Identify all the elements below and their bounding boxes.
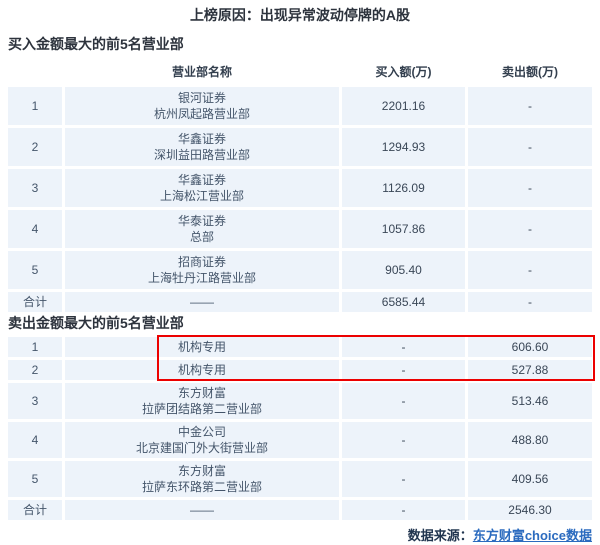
name-cell: 华泰证券 总部	[65, 210, 339, 248]
name-cell: 华鑫证券 上海松江营业部	[65, 169, 339, 207]
branch-name: 杭州凤起路营业部	[153, 107, 250, 121]
sell-amount-cell: -	[468, 210, 592, 248]
broker-name: 机构专用	[177, 363, 226, 377]
sell-column-header: 卖出额(万)	[502, 64, 558, 79]
buy-amount-cell: 2201.16	[342, 87, 465, 125]
table-row: 1 机构专用 - 606.60	[8, 337, 592, 357]
total-sell-amount: 2546.30	[468, 500, 592, 520]
buy-table: 营业部名称 买入额(万) 卖出额(万) 1 银河证券 杭州凤起路营业部 2201…	[8, 58, 592, 312]
table-row: 1 银河证券 杭州凤起路营业部 2201.16 -	[8, 87, 592, 125]
total-sell-amount: -	[468, 292, 592, 312]
broker-name: 东方财富	[177, 386, 226, 400]
rank-cell: 4	[8, 422, 62, 458]
name-cell: 东方财富 拉萨团结路第二营业部	[65, 383, 339, 419]
buy-section-title: 买入金额最大的前5名营业部	[8, 36, 184, 52]
total-name-dash: ——	[65, 500, 339, 520]
table-row: 4 中金公司 北京建国门外大街营业部 - 488.80	[8, 422, 592, 458]
broker-name: 华鑫证券	[177, 173, 226, 187]
rank-cell: 5	[8, 251, 62, 289]
branch-name: 上海牡丹江路营业部	[147, 271, 256, 285]
name-cell: 招商证券 上海牡丹江路营业部	[65, 251, 339, 289]
broker-name: 华泰证券	[177, 214, 226, 228]
name-cell: 华鑫证券 深圳益田路营业部	[65, 128, 339, 166]
buy-amount-cell: -	[342, 337, 465, 357]
rank-cell: 1	[8, 337, 62, 357]
table-row: 2 机构专用 - 527.88	[8, 360, 592, 380]
sell-amount-cell: 606.60	[468, 337, 592, 357]
data-source-footer: 数据来源：东方财富choice数据	[0, 525, 600, 544]
rank-cell: 2	[8, 128, 62, 166]
broker-name: 招商证券	[177, 255, 226, 269]
buy-amount-cell: 1126.09	[342, 169, 465, 207]
table-row: 3 东方财富 拉萨团结路第二营业部 - 513.46	[8, 383, 592, 419]
branch-name: 总部	[189, 230, 214, 244]
data-source-link[interactable]: 东方财富choice数据	[473, 528, 592, 543]
buy-amount-cell: -	[342, 360, 465, 380]
rank-cell: 1	[8, 87, 62, 125]
rank-cell: 2	[8, 360, 62, 380]
total-buy-amount: -	[342, 500, 465, 520]
sell-amount-cell: -	[468, 87, 592, 125]
total-name-dash: ——	[65, 292, 339, 312]
sell-section-title: 卖出金额最大的前5名营业部	[8, 315, 184, 331]
total-buy-amount: 6585.44	[342, 292, 465, 312]
broker-name: 东方财富	[177, 464, 226, 478]
page-title: 上榜原因：出现异常波动停牌的A股	[189, 7, 411, 23]
broker-name: 银河证券	[177, 91, 226, 105]
sell-amount-cell: 527.88	[468, 360, 592, 380]
buy-amount-cell: 905.40	[342, 251, 465, 289]
name-cell: 东方财富 拉萨东环路第二营业部	[65, 461, 339, 497]
name-cell: 机构专用	[65, 337, 339, 357]
branch-name: 拉萨团结路第二营业部	[141, 402, 262, 416]
name-cell: 机构专用	[65, 360, 339, 380]
name-column-header: 营业部名称	[171, 64, 232, 79]
broker-name: 中金公司	[177, 425, 226, 439]
buy-amount-cell: 1294.93	[342, 128, 465, 166]
buy-table-header-row: 营业部名称 买入额(万) 卖出额(万)	[8, 58, 592, 84]
sell-amount-cell: 513.46	[468, 383, 592, 419]
rank-cell: 3	[8, 169, 62, 207]
buy-amount-cell: -	[342, 461, 465, 497]
data-source-label: 数据来源：	[407, 528, 473, 543]
buy-table-body: 1 银河证券 杭州凤起路营业部 2201.16 - 2 华鑫证券 深圳益田路营业…	[8, 87, 592, 312]
name-cell: 中金公司 北京建国门外大街营业部	[65, 422, 339, 458]
rank-cell: 3	[8, 383, 62, 419]
total-label: 合计	[8, 292, 62, 312]
sell-table-body: 1 机构专用 - 606.60 2 机构专用 - 527.88 3 东方财富 拉…	[8, 335, 595, 520]
broker-name: 机构专用	[177, 340, 226, 354]
sell-amount-cell: -	[468, 169, 592, 207]
sell-amount-cell: -	[468, 251, 592, 289]
table-row: 3 华鑫证券 上海松江营业部 1126.09 -	[8, 169, 592, 207]
total-row: 合计 —— 6585.44 -	[8, 292, 592, 312]
branch-name: 北京建国门外大街营业部	[135, 441, 268, 455]
broker-name: 华鑫证券	[177, 132, 226, 146]
buy-column-header: 买入额(万)	[375, 64, 432, 79]
buy-amount-cell: -	[342, 422, 465, 458]
total-label: 合计	[8, 500, 62, 520]
sell-amount-cell: -	[468, 128, 592, 166]
sell-table: 1 机构专用 - 606.60 2 机构专用 - 527.88 3 东方财富 拉…	[8, 335, 595, 520]
table-row: 5 招商证券 上海牡丹江路营业部 905.40 -	[8, 251, 592, 289]
branch-name: 上海松江营业部	[159, 189, 244, 203]
branch-name: 拉萨东环路第二营业部	[141, 480, 262, 494]
sell-amount-cell: 409.56	[468, 461, 592, 497]
rank-cell: 4	[8, 210, 62, 248]
buy-amount-cell: -	[342, 383, 465, 419]
sell-amount-cell: 488.80	[468, 422, 592, 458]
name-cell: 银河证券 杭州凤起路营业部	[65, 87, 339, 125]
total-row: 合计 —— - 2546.30	[8, 500, 592, 520]
table-row: 4 华泰证券 总部 1057.86 -	[8, 210, 592, 248]
branch-name: 深圳益田路营业部	[153, 148, 250, 162]
table-row: 2 华鑫证券 深圳益田路营业部 1294.93 -	[8, 128, 592, 166]
buy-amount-cell: 1057.86	[342, 210, 465, 248]
table-row: 5 东方财富 拉萨东环路第二营业部 - 409.56	[8, 461, 592, 497]
rank-cell: 5	[8, 461, 62, 497]
